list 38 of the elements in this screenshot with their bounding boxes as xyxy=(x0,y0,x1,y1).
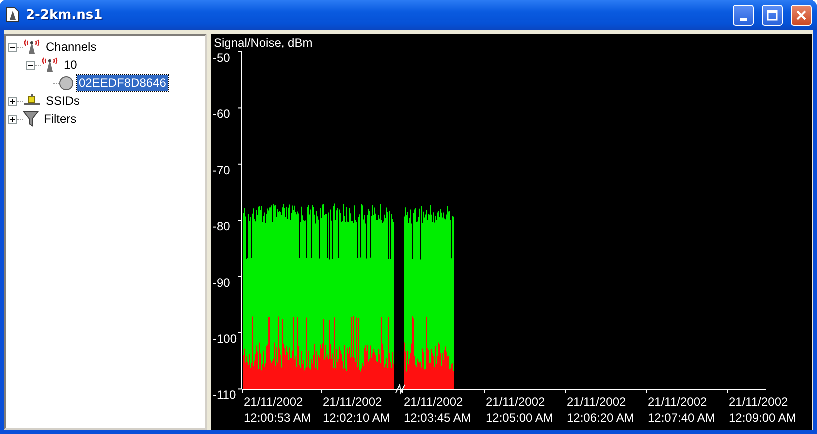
y-tick-label: -70 xyxy=(213,163,230,178)
x-tick-label: 21/11/2002 12:02:10 AM xyxy=(323,395,390,425)
y-tick-label: -90 xyxy=(213,276,230,290)
x-tick-label: 21/11/2002 12:06:20 AM xyxy=(567,395,634,425)
x-tick-label: 21/11/2002 12:07:40 AM xyxy=(648,395,716,425)
maximize-icon xyxy=(767,10,778,20)
axis-break-icon xyxy=(396,383,406,395)
close-icon xyxy=(796,10,807,20)
x-tick-label: 21/11/2002 12:03:45 AM xyxy=(404,395,472,425)
expand-toggle[interactable] xyxy=(8,42,17,52)
y-tick-label: -50 xyxy=(213,51,230,65)
maximize-button[interactable] xyxy=(762,4,783,26)
funnel-icon xyxy=(23,111,39,127)
y-tick-label: -100 xyxy=(213,332,238,346)
minimize-button[interactable] xyxy=(733,4,754,26)
minimize-icon xyxy=(740,18,747,20)
x-tick-label: 21/11/2002 12:00:53 AM xyxy=(244,395,312,425)
y-tick-label: -60 xyxy=(213,107,230,122)
tree-item[interactable]: Filters xyxy=(42,111,79,127)
antenna-icon xyxy=(41,57,59,73)
expand-toggle[interactable] xyxy=(26,60,35,70)
y-tick-label: -80 xyxy=(213,220,230,234)
tree-item[interactable]: 10 xyxy=(62,57,80,73)
network-icon xyxy=(23,94,41,108)
tree-item[interactable]: SSIDs xyxy=(44,93,82,109)
expand-toggle[interactable] xyxy=(8,96,17,106)
window-title: 2-2km.ns1 xyxy=(26,8,104,22)
tree-item[interactable]: 02EEDF8D8646 xyxy=(77,75,168,91)
y-axis-title: Signal/Noise, dBm xyxy=(214,36,313,50)
x-tick-label: 21/11/2002 12:09:00 AM xyxy=(729,395,796,425)
y-tick-label: -110 xyxy=(213,388,236,402)
document-icon xyxy=(6,7,20,23)
antenna-icon xyxy=(23,39,41,55)
x-tick-label: 21/11/2002 12:05:00 AM xyxy=(486,395,554,425)
tree-item[interactable]: Channels xyxy=(44,39,99,55)
station-icon xyxy=(59,76,74,90)
close-button[interactable] xyxy=(791,4,812,26)
expand-toggle[interactable] xyxy=(8,114,17,124)
